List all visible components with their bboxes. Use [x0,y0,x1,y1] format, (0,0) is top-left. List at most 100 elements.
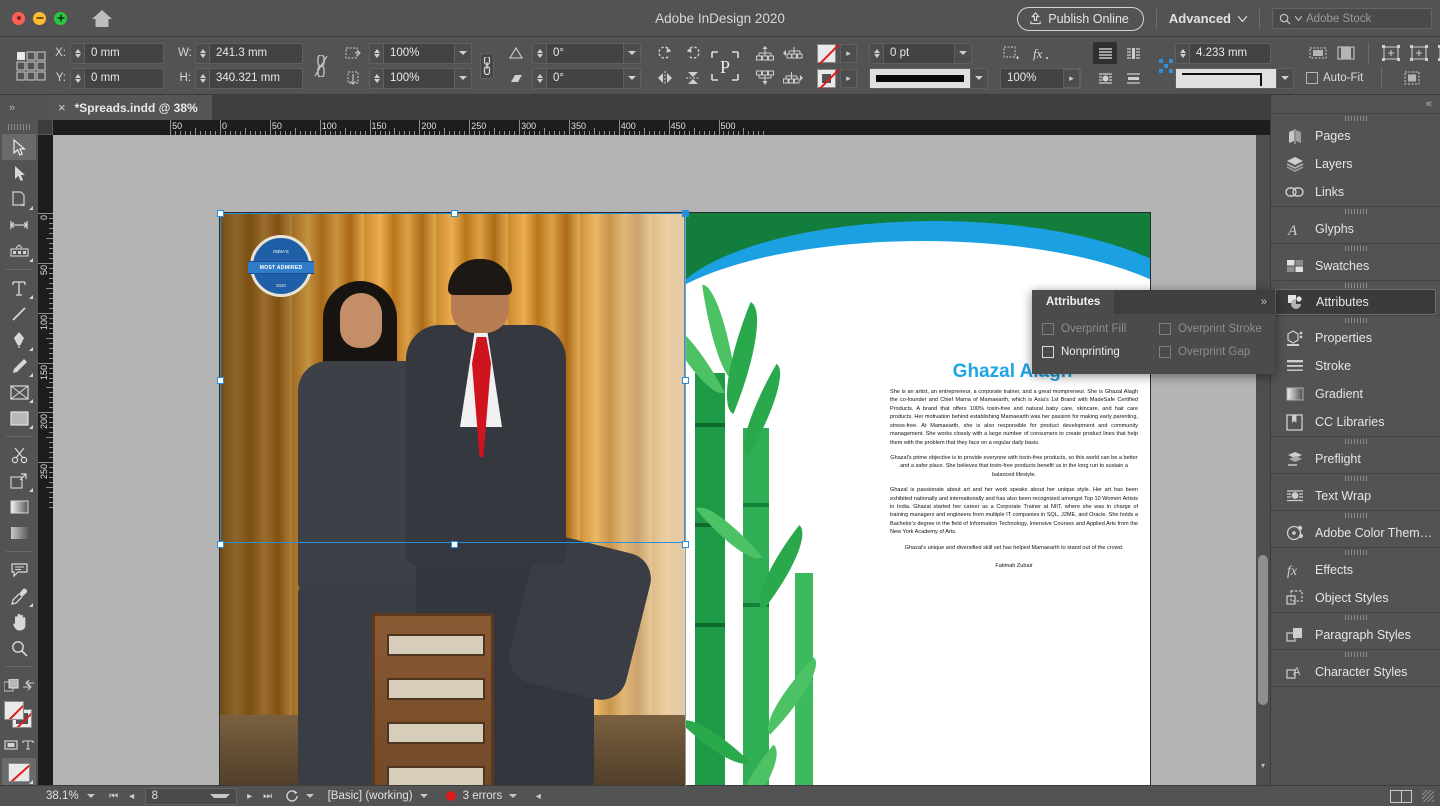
constrain-scale-chain-icon[interactable] [480,53,494,79]
minimize-window-button[interactable] [33,12,46,25]
x-stepper[interactable] [71,44,85,63]
sidebar-item-glyphs[interactable]: A Glyphs [1271,215,1440,243]
select-container-icon[interactable]: P [709,46,741,86]
rotation-field[interactable]: 0° [532,43,641,64]
gradient-feather-tool[interactable] [2,520,36,546]
scissors-tool[interactable] [2,442,36,468]
chevron-down-icon[interactable] [509,794,517,798]
error-status[interactable]: 3 errors [446,790,518,802]
stroke-style-dropdown[interactable] [970,69,987,88]
sidebar-item-effects[interactable]: fx Effects [1271,556,1440,584]
formatting-container-icon[interactable] [4,739,18,751]
ruler-origin-handle[interactable] [38,120,53,135]
rectangle-frame-tool[interactable] [2,379,36,405]
stroke-weight-field[interactable]: 0 pt [869,43,972,64]
select-parent-icon[interactable] [753,42,777,64]
fit-content-to-frame-icon[interactable] [1334,42,1358,64]
publish-online-button[interactable]: Publish Online [1017,7,1144,31]
note-tool[interactable] [2,557,36,583]
fx-icon[interactable]: fx [1028,42,1052,64]
sidebar-item-attributes[interactable]: Attributes [1275,289,1436,315]
collapse-dock-icon[interactable]: « [1426,98,1432,110]
opacity-field[interactable]: 100% ▸ [1000,68,1081,89]
sidebar-item-character-styles[interactable]: A Character Styles [1271,658,1440,686]
overprint-stroke-checkbox[interactable]: Overprint Stroke [1159,323,1265,335]
previous-page-icon[interactable]: ◂ [123,791,141,802]
h-stepper[interactable] [196,69,210,88]
chevron-down-icon[interactable] [210,794,230,798]
stroke-style-field[interactable] [869,68,988,89]
gradient-swatch-tool[interactable] [2,494,36,520]
content-collector-tool[interactable] [2,238,36,264]
center-content-icon[interactable] [1435,42,1440,64]
first-page-icon[interactable]: ⏮ [105,791,123,802]
stroke-swatch-dropdown[interactable]: ▸ [840,69,857,88]
spread-view-icon[interactable] [1390,790,1412,803]
pen-tool[interactable] [2,327,36,353]
left-page[interactable]: INDIA'S MOST ADMIRED 2020 [220,213,685,786]
fill-swatch[interactable] [817,44,836,63]
collapse-panel-icon[interactable]: » [0,95,24,120]
sidebar-item-pages[interactable]: Pages [1271,122,1440,150]
y-field[interactable]: 0 mm [70,68,164,89]
overprint-gap-checkbox[interactable]: Overprint Gap [1159,346,1265,358]
select-previous-icon[interactable] [781,42,805,64]
dock-group-grip[interactable] [1271,207,1440,215]
sidebar-item-paragraph-styles[interactable]: Paragraph Styles [1271,621,1440,649]
page-tool[interactable] [2,186,36,212]
rotation-dropdown[interactable] [623,44,640,63]
type-tool[interactable] [2,275,36,301]
horizontal-ruler[interactable]: 50050100150200250300350400450500 [38,120,1270,135]
opacity-dropdown[interactable]: ▸ [1063,69,1080,88]
text-wrap-bounding-box-icon[interactable] [1121,42,1145,64]
close-icon[interactable]: × [58,100,66,115]
rotate-counterclockwise-icon[interactable] [681,42,705,64]
rotate-clockwise-icon[interactable] [653,42,677,64]
sidebar-item-layers[interactable]: Layers [1271,150,1440,178]
sidebar-item-object-styles[interactable]: Object Styles [1271,584,1440,612]
flip-vertical-icon[interactable] [681,67,705,89]
home-icon[interactable] [89,6,115,30]
text-wrap-jump-object-icon[interactable] [1121,67,1145,89]
stroke-weight-stepper[interactable] [870,44,884,63]
free-transform-tool[interactable] [2,468,36,494]
preflight-profile-selector[interactable]: [Basic] (working) [328,790,428,802]
sidebar-item-stroke[interactable]: Stroke [1271,352,1440,380]
dock-group-grip[interactable] [1271,650,1440,658]
dock-group-grip[interactable] [1271,511,1440,519]
adobe-stock-search[interactable]: Adobe Stock [1272,8,1432,29]
sidebar-item-preflight[interactable]: Preflight [1271,445,1440,473]
dock-group-grip[interactable] [1271,281,1440,289]
zoom-tool[interactable] [2,635,36,661]
rotation-stepper[interactable] [533,44,547,63]
shear-dropdown[interactable] [623,69,640,88]
eyedropper-tool[interactable] [2,583,36,609]
sidebar-item-links[interactable]: Links [1271,178,1440,206]
formatting-text-icon[interactable] [22,739,34,751]
close-window-button[interactable] [12,12,25,25]
dock-group-grip[interactable] [1271,244,1440,252]
nonprinting-checkbox[interactable]: Nonprinting [1042,346,1159,358]
text-wrap-none-icon[interactable] [1093,42,1117,64]
hand-tool[interactable] [2,609,36,635]
w-field[interactable]: 241.3 mm [195,43,303,64]
selection-tool[interactable] [2,134,36,160]
window-resize-grip[interactable] [1422,790,1434,802]
text-wrap-object-shape-icon[interactable] [1093,67,1117,89]
sidebar-item-properties[interactable]: Properties [1271,324,1440,352]
expand-panel-icon[interactable]: » [1253,290,1275,314]
fill-frame-proportionally-icon[interactable] [1379,42,1403,64]
y-stepper[interactable] [71,69,85,88]
stroke-swatch[interactable] [817,69,836,88]
fit-frame-to-content-icon[interactable] [1306,42,1330,64]
gap-tool[interactable] [2,212,36,238]
select-child-icon[interactable] [753,67,777,89]
sidebar-item-adobe-color-themes[interactable]: Adobe Color Them… [1271,519,1440,547]
frame-fitting-options-icon[interactable] [1400,67,1424,89]
apply-none-icon[interactable] [2,758,36,786]
corner-radius-field[interactable]: 4.233 mm [1175,43,1271,64]
toolbox-grip[interactable] [8,124,30,130]
zoom-level-control[interactable]: 38.1% [38,790,95,802]
workspace-switcher[interactable]: Advanced [1169,11,1247,26]
pencil-tool[interactable] [2,353,36,379]
